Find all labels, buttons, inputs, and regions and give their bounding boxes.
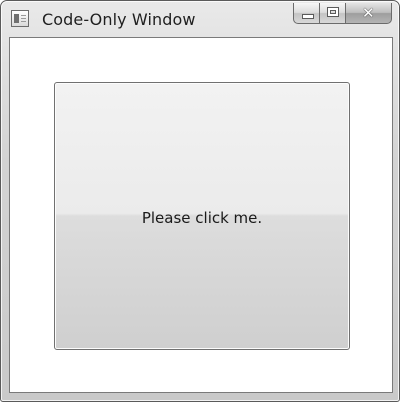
- title-bar[interactable]: Code-Only Window ✕: [2, 2, 398, 37]
- maximize-icon: [327, 7, 339, 17]
- window-app-icon[interactable]: [11, 10, 29, 27]
- minimize-icon: [302, 14, 314, 19]
- app-icon-line: [21, 21, 26, 22]
- client-area: Please click me.: [9, 37, 393, 393]
- close-button[interactable]: ✕: [346, 3, 392, 24]
- window-title: Code-Only Window: [42, 10, 196, 29]
- app-window: Code-Only Window ✕ Please click me.: [0, 0, 400, 402]
- minimize-button[interactable]: [293, 3, 320, 24]
- maximize-button[interactable]: [320, 3, 346, 24]
- app-icon-bar: [14, 14, 19, 23]
- caption-buttons: ✕: [293, 3, 392, 25]
- close-icon: ✕: [362, 4, 375, 22]
- click-me-button-label: Please click me.: [141, 209, 263, 227]
- app-icon-line: [21, 15, 26, 16]
- app-icon-line: [21, 18, 26, 19]
- click-me-button[interactable]: Please click me.: [54, 82, 350, 350]
